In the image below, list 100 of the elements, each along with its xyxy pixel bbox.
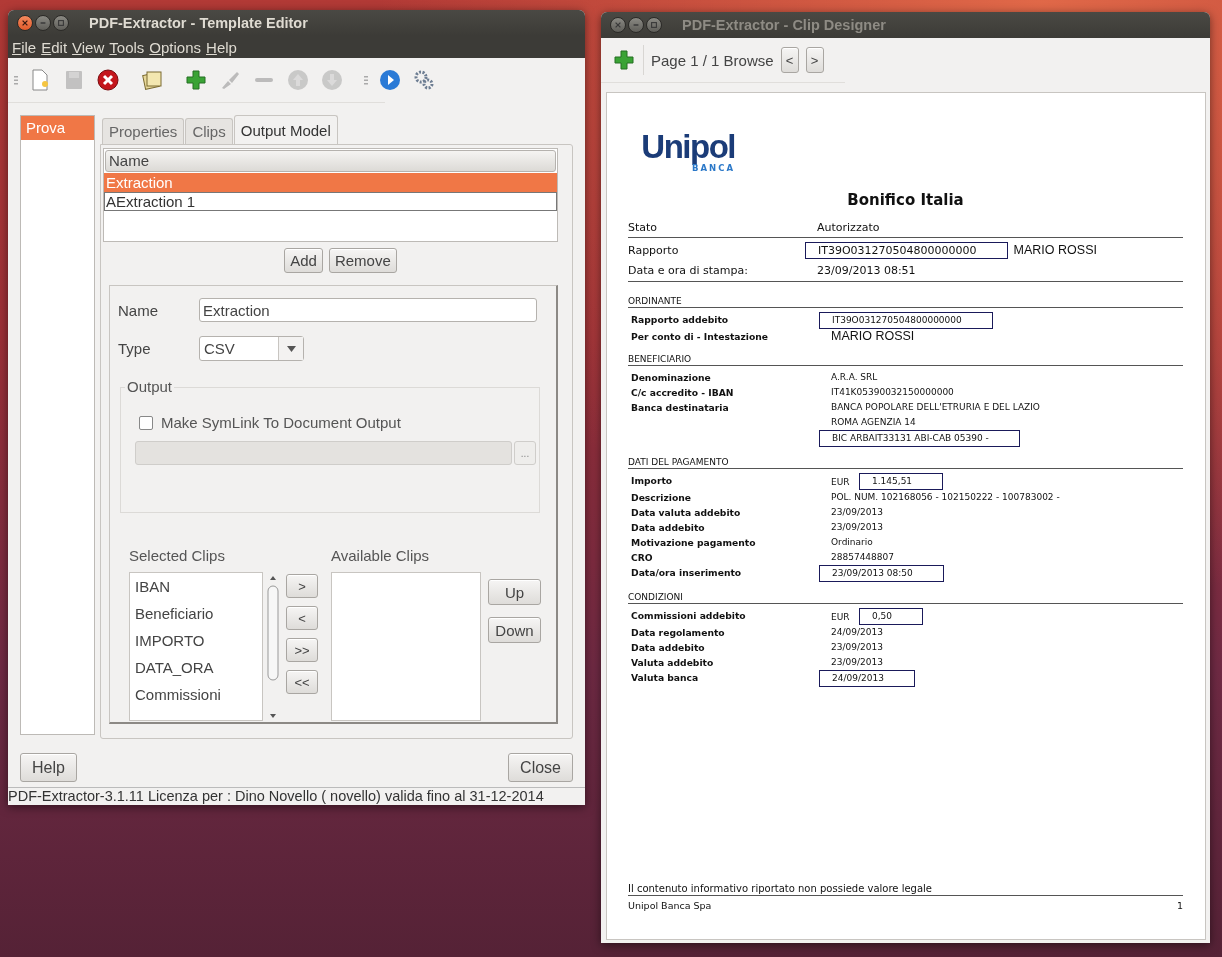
window-title: PDF-Extractor - Clip Designer bbox=[682, 17, 886, 33]
checkbox-label[interactable]: Make SymLink To Document Output bbox=[161, 414, 401, 431]
toolbar-grip-icon[interactable] bbox=[14, 74, 18, 86]
menu-item[interactable]: Options bbox=[148, 38, 206, 56]
menu-item[interactable]: Edit bbox=[40, 38, 72, 56]
field-value: MARIO ROSSI bbox=[1013, 243, 1097, 257]
list-item[interactable]: IBAN bbox=[130, 573, 262, 600]
minimize-icon bbox=[632, 21, 640, 29]
plus-icon[interactable] bbox=[612, 48, 636, 72]
tab[interactable]: Clips bbox=[185, 118, 233, 144]
field-label: Name bbox=[118, 301, 159, 319]
column-header[interactable]: Name bbox=[105, 150, 556, 172]
field-label: Descrizione bbox=[630, 491, 693, 505]
document-title: Bonifico Italia bbox=[846, 191, 965, 209]
field-label: Per conto di - Intestazione bbox=[630, 330, 770, 344]
order-button[interactable]: Up bbox=[488, 579, 541, 605]
list-item[interactable]: Beneficiario bbox=[130, 600, 262, 627]
move-button[interactable]: >> bbox=[286, 638, 318, 662]
field-value: Ordinario bbox=[831, 536, 873, 549]
clip-region[interactable]: 0,50 bbox=[859, 608, 924, 625]
x-circle-icon[interactable] bbox=[96, 68, 120, 92]
field-value: 23/09/2013 bbox=[831, 656, 883, 669]
settings-icon[interactable] bbox=[412, 68, 436, 92]
field-value: BANCA POPOLARE DELL'ETRURIA E DEL LAZIO bbox=[831, 401, 1040, 414]
page-nav-button[interactable]: > bbox=[805, 47, 824, 73]
type-dropdown[interactable]: CSV bbox=[199, 336, 304, 361]
move-button[interactable]: > bbox=[286, 574, 318, 598]
dialog-button[interactable]: Close bbox=[508, 753, 573, 782]
list-item[interactable]: Commissioni bbox=[130, 681, 262, 708]
field-value: 23/09/2013 bbox=[831, 641, 883, 654]
field-label: C/c accredito - IBAN bbox=[630, 386, 735, 400]
field-value: 23/09/2013 bbox=[831, 521, 883, 534]
section-heading: BENEFICIARIO bbox=[628, 354, 693, 364]
field-label: Data e ora di stampa: bbox=[628, 262, 749, 278]
field-value: A.R.A. SRL bbox=[831, 371, 878, 384]
maximize-icon bbox=[57, 19, 65, 27]
field-value: IT41K05390032150000000 bbox=[831, 386, 954, 399]
menu-item[interactable]: Tools bbox=[108, 38, 149, 56]
field-value: Autorizzato bbox=[817, 220, 880, 234]
menu-item[interactable]: File bbox=[11, 38, 41, 56]
table-action-button[interactable]: Add bbox=[284, 248, 323, 273]
minimize-icon bbox=[39, 19, 47, 27]
field-label: CRO bbox=[630, 551, 654, 565]
list-item[interactable]: IMPORTO bbox=[130, 627, 262, 654]
field-label: Data addebito bbox=[630, 521, 706, 535]
field-value: POL. NUM. 102168056 - 102150222 - 100783002 - bbox=[831, 491, 1060, 504]
field-value: MARIO ROSSI bbox=[831, 330, 915, 343]
order-button[interactable]: Down bbox=[488, 617, 541, 643]
dropdown-arrow-icon bbox=[286, 345, 296, 352]
currency-label: EUR bbox=[831, 611, 851, 622]
plus-icon[interactable] bbox=[184, 68, 208, 92]
toolbar-grip-icon[interactable] bbox=[364, 74, 368, 86]
close-icon bbox=[614, 21, 622, 29]
bank-logo: Unipol BANCA bbox=[643, 131, 735, 173]
play-icon[interactable] bbox=[378, 68, 402, 92]
list-item[interactable]: DATA_ORA bbox=[130, 654, 262, 681]
page-nav-button[interactable]: < bbox=[780, 47, 799, 73]
field-label: Valuta banca bbox=[630, 671, 700, 685]
clip-region[interactable]: IT39O031270504800000000 bbox=[805, 241, 1008, 259]
path-input[interactable] bbox=[135, 441, 512, 465]
table-action-button[interactable]: Remove bbox=[328, 248, 397, 273]
clip-region[interactable]: BIC ARBAIT33131 ABI-CAB 05390 - bbox=[819, 430, 1020, 447]
disclaimer-text: Il contenuto informativo riportato non possiede valore legale bbox=[628, 883, 933, 894]
page-number: 1 bbox=[1176, 900, 1183, 911]
clip-region[interactable]: 1.145,51 bbox=[859, 473, 944, 490]
window-title: PDF-Extractor - Template Editor bbox=[89, 15, 308, 31]
field-label: Banca destinataria bbox=[630, 401, 730, 415]
field-value: ROMA AGENZIA 14 bbox=[831, 416, 916, 429]
table-row[interactable]: AExtraction 1 bbox=[104, 192, 557, 211]
field-label: Data regolamento bbox=[630, 626, 726, 640]
page-indicator: Page 1 / 1 Browse bbox=[651, 51, 774, 69]
stacked-pages-icon[interactable] bbox=[140, 68, 164, 92]
field-label: Valuta addebito bbox=[630, 656, 715, 670]
close-button[interactable] bbox=[17, 15, 33, 31]
minimize-button[interactable] bbox=[35, 15, 51, 31]
field-label: Rapporto bbox=[628, 242, 680, 258]
menu-item[interactable]: View bbox=[71, 38, 109, 56]
dialog-button[interactable]: Help bbox=[20, 753, 77, 782]
close-icon bbox=[21, 19, 29, 27]
move-button[interactable]: << bbox=[286, 670, 318, 694]
field-label: Motivazione pagamento bbox=[630, 536, 757, 550]
menu-item[interactable]: Help bbox=[205, 38, 241, 56]
section-heading: CONDIZIONI bbox=[628, 592, 684, 602]
field-value: 23/09/2013 08:51 bbox=[817, 263, 916, 277]
clip-region[interactable]: IT39O031270504800000000 bbox=[819, 312, 993, 329]
tab[interactable]: Properties bbox=[102, 118, 185, 144]
tab[interactable]: Output Model bbox=[233, 115, 338, 144]
field-label: Stato bbox=[628, 219, 659, 235]
field-label: Rapporto addebito bbox=[630, 313, 730, 327]
currency-label: EUR bbox=[831, 476, 851, 487]
field-label: Data valuta addebito bbox=[630, 506, 742, 520]
field-label: Type bbox=[118, 340, 152, 357]
field-value: 28857448807 bbox=[831, 551, 894, 564]
clip-region[interactable]: 23/09/2013 08:50 bbox=[819, 565, 944, 582]
move-button[interactable]: < bbox=[286, 606, 318, 630]
name-input[interactable]: Extraction bbox=[199, 298, 537, 322]
maximize-button[interactable] bbox=[53, 15, 69, 31]
clip-region[interactable]: 24/09/2013 bbox=[819, 670, 915, 687]
company-name: Unipol Banca Spa bbox=[628, 900, 712, 911]
checkbox[interactable] bbox=[139, 415, 153, 430]
